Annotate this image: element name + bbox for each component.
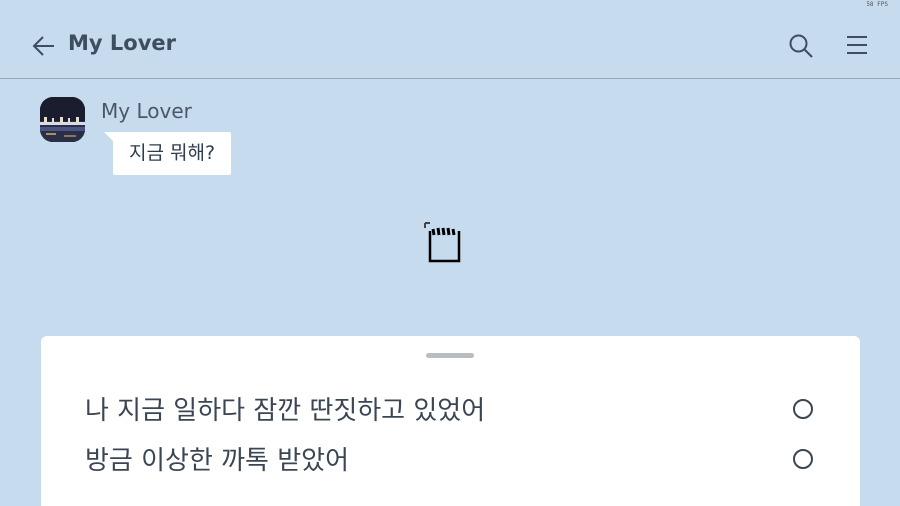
chat-screen: 58 FPS My Lover My Lover 지금 뭐해? 나 지금 일하다… (0, 0, 900, 506)
reply-option-label: 나 지금 일하다 잠깐 딴짓하고 있었어 (85, 396, 486, 426)
reply-option-2[interactable]: 방금 이상한 까톡 받았어 (85, 441, 825, 481)
menu-button[interactable] (845, 34, 869, 56)
loading-icon (424, 221, 462, 263)
header-bar: My Lover (0, 0, 900, 79)
hamburger-menu-icon (847, 36, 867, 54)
reply-option-1[interactable]: 나 지금 일하다 잠깐 딴짓하고 있었어 (85, 391, 825, 431)
reply-option-label: 방금 이상한 까톡 받았어 (85, 446, 349, 476)
avatar-photo (40, 97, 85, 142)
search-icon (789, 34, 813, 58)
radio-button[interactable] (793, 399, 813, 419)
search-button[interactable] (788, 33, 814, 59)
back-button[interactable] (30, 32, 58, 60)
page-title: My Lover (68, 31, 176, 55)
avatar[interactable] (40, 97, 85, 142)
sender-name: My Lover (101, 99, 192, 123)
sheet-drag-handle[interactable] (426, 353, 474, 358)
radio-button[interactable] (793, 449, 813, 469)
arrow-left-icon (32, 36, 54, 56)
reply-sheet: 나 지금 일하다 잠깐 딴짓하고 있었어 방금 이상한 까톡 받았어 (41, 336, 860, 506)
message-bubble: 지금 뭐해? (103, 132, 232, 175)
